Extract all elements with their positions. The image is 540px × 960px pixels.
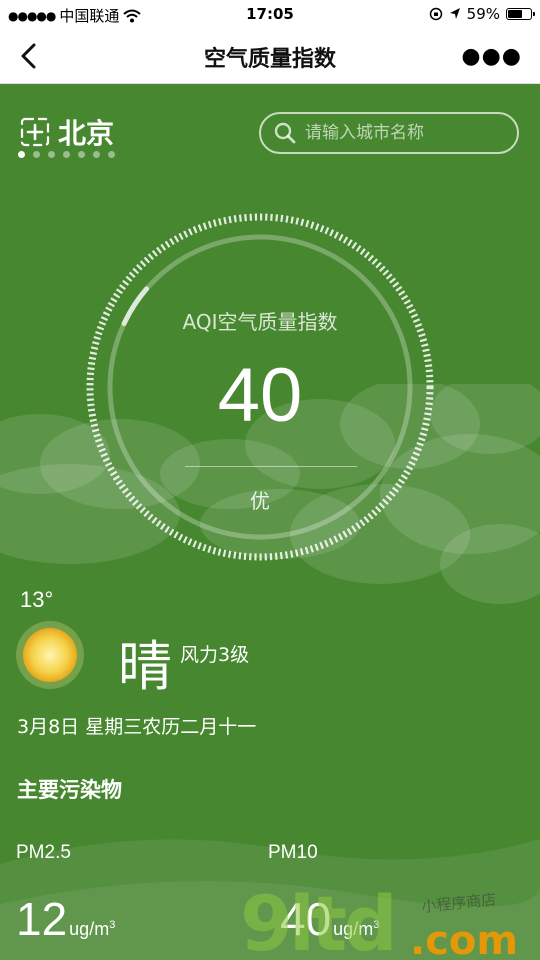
main-pollutants-title: 主要污染物 [17,778,122,802]
battery-percent: 59% [466,5,500,23]
aqi-label: AQI空气质量指数 [182,310,338,334]
status-bar: ●●●●● 中国联通 17:05 59% [0,0,540,28]
watermark-logo: 9ltd .com 小程序商店 [240,884,518,960]
battery-icon [506,8,535,20]
add-city-icon[interactable] [20,117,50,147]
city-search-box[interactable] [259,112,519,154]
weather-condition: 晴 [118,635,172,698]
page-dot [108,151,115,158]
page-dot [63,151,70,158]
more-dots-icon[interactable]: ●●● [461,44,522,69]
page-dot [48,151,55,158]
wind-level: 风力3级 [180,644,250,666]
city-search-input[interactable] [305,123,495,143]
page-indicator [18,151,115,158]
search-icon [274,122,296,144]
pm25-value: 12 [16,893,68,945]
svg-text:小程序商店: 小程序商店 [421,890,497,916]
svg-text:.com: .com [410,918,518,960]
pm25-label: PM2.5 [16,842,71,863]
aqi-value: 40 [217,353,303,438]
page-dot [93,151,100,158]
status-right: 59% [429,5,535,23]
page-title: 空气质量指数 [203,47,336,72]
city-name: 北京 [58,117,115,150]
page-dot [78,151,85,158]
orientation-lock-icon [429,7,442,21]
pm25-reading: 12 ug/m3 [16,892,115,946]
pm25-unit: ug/m3 [69,919,116,939]
sun-icon [16,621,84,689]
main-panel: 北京 AQI空气质量指数 40 优 13° 晴 风力3级 3月8日 星期三 [0,84,540,960]
aqi-level: 优 [250,489,270,513]
aqi-divider [185,466,357,467]
page-dot [33,151,40,158]
aqi-readout: AQI空气质量指数 40 优 [82,209,438,565]
pm10-label: PM10 [268,842,318,863]
city-selector[interactable]: 北京 [20,112,114,152]
navigation-bar: 空气质量指数 ●●● [0,28,540,84]
temperature: 13° [20,587,54,612]
location-icon [449,8,460,19]
date-line: 3月8日 星期三农历二月十一 [17,716,257,738]
svg-text:9ltd: 9ltd [240,884,394,960]
page-dot [18,151,25,158]
